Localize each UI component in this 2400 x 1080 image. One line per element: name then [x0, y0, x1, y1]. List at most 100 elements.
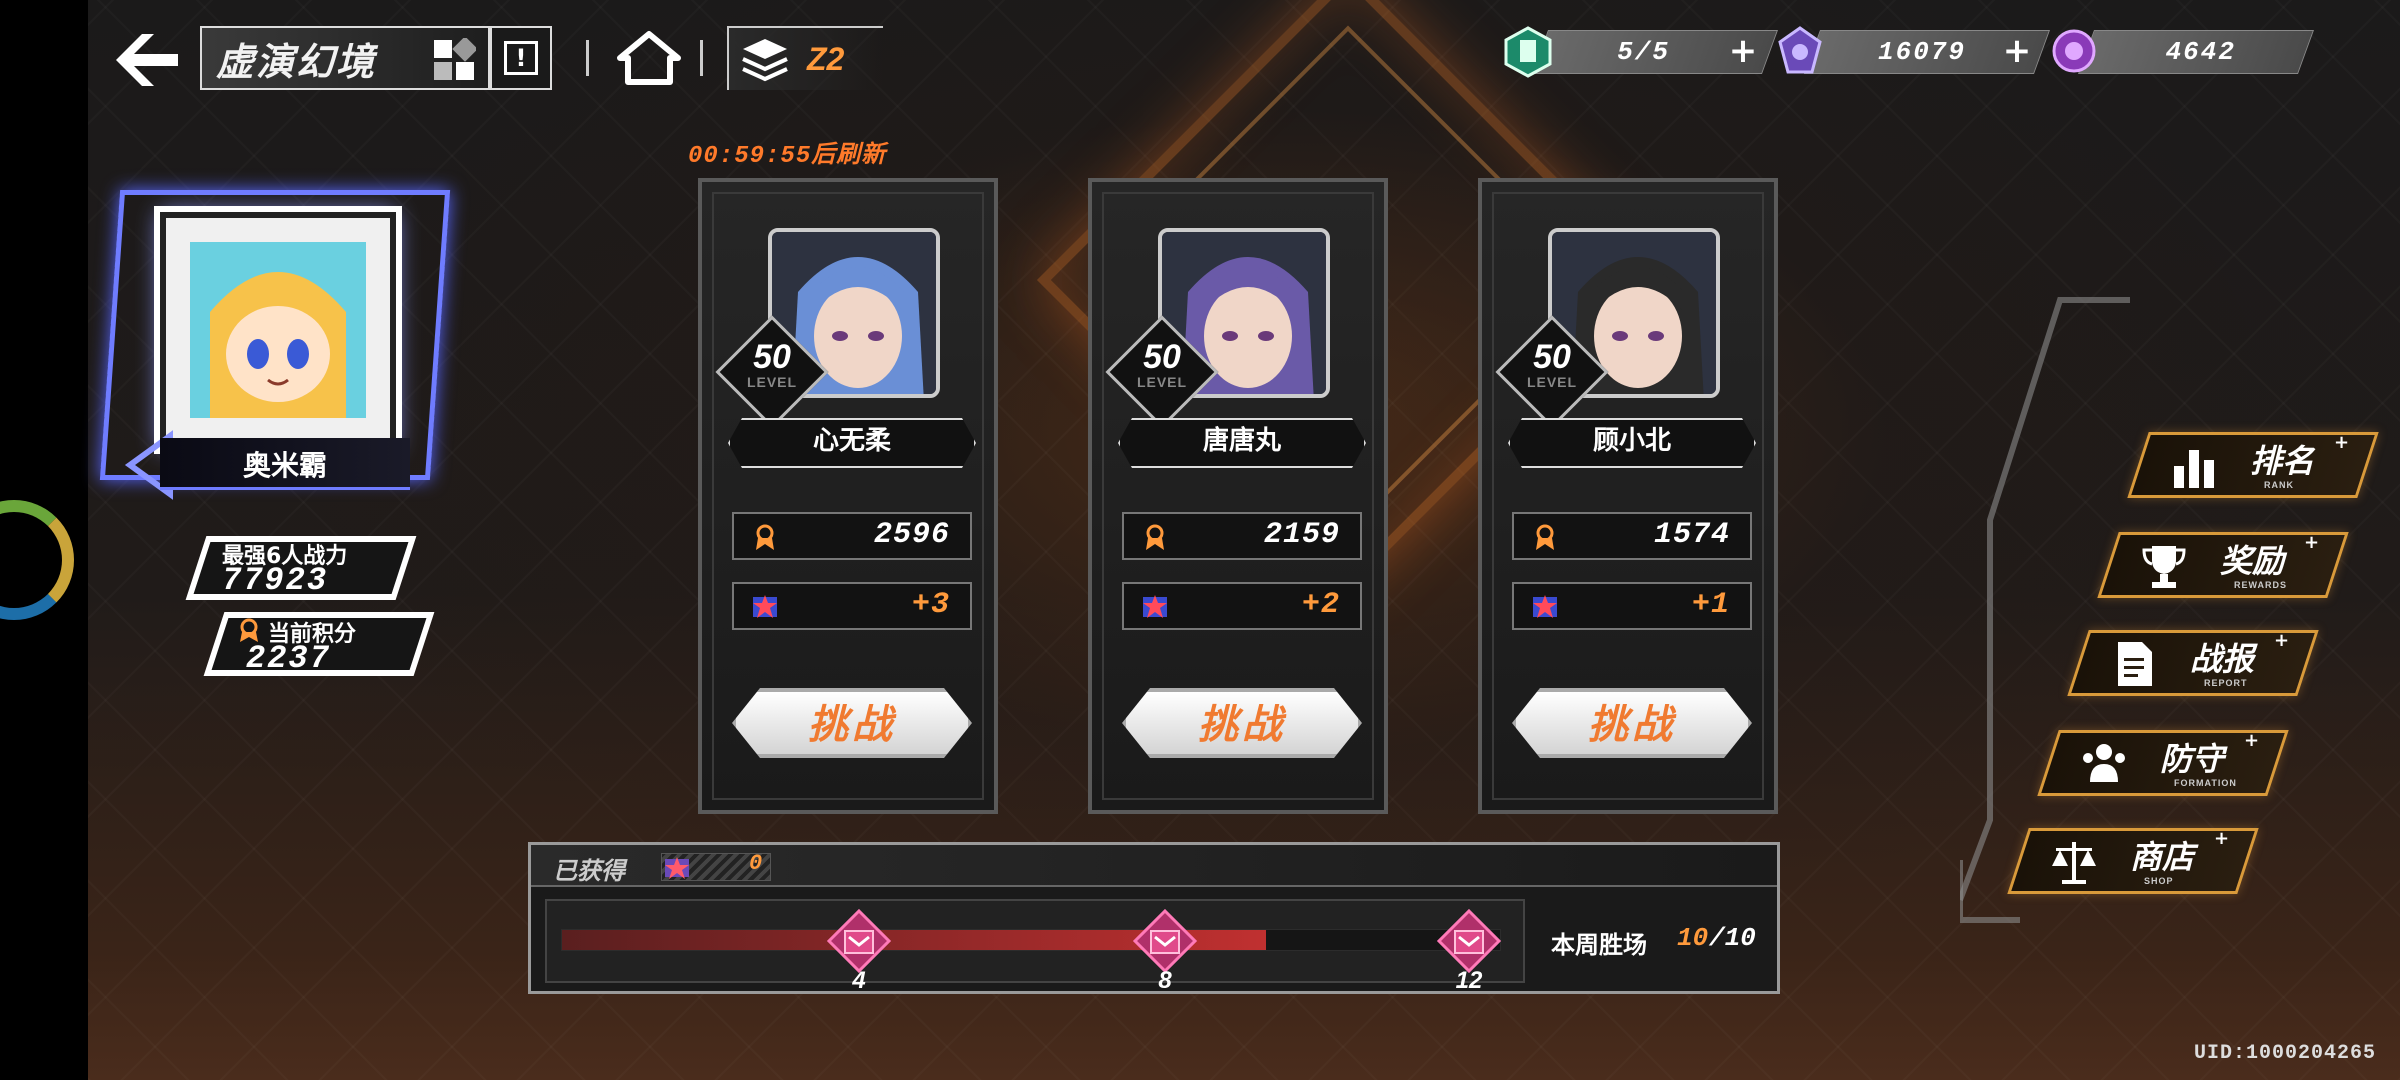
- power-value: 77923: [222, 562, 329, 599]
- info-button[interactable]: !: [490, 26, 552, 90]
- obtained-label: 已获得: [553, 857, 625, 885]
- opponent-bonus-row: +2: [1122, 582, 1362, 630]
- add-crystal-button[interactable]: +: [2000, 34, 2034, 68]
- mode-title: 虚演幻境: [200, 26, 490, 90]
- menu-label: 防守: [2160, 740, 2225, 778]
- opponent-name: 心无柔: [728, 418, 976, 468]
- back-button[interactable]: [112, 30, 182, 90]
- star-ticket-icon: [1533, 595, 1557, 618]
- medal-icon: [756, 524, 774, 550]
- opponent-score: 1574: [1653, 518, 1730, 552]
- back-arrow-icon: [116, 34, 178, 86]
- add-stamina-button[interactable]: +: [1726, 34, 1760, 68]
- info-icon: !: [504, 41, 538, 75]
- opponent-score-row: 1574: [1512, 512, 1752, 560]
- chest-icon: [826, 908, 892, 974]
- player-avatar[interactable]: [160, 212, 396, 448]
- divider: [700, 40, 703, 76]
- opponent-bonus: +3: [911, 588, 950, 622]
- opponent-card: 50 LEVEL 心无柔 2596 +3 挑战: [698, 178, 998, 814]
- chibi-face-icon: [190, 242, 366, 418]
- layer-indicator[interactable]: Z2: [727, 26, 883, 90]
- progress-header: 已获得 0: [531, 845, 1777, 887]
- opponent-level: 50: [753, 338, 791, 376]
- chest-icon: [1436, 908, 1502, 974]
- weekly-wins-label: 本周胜场: [1551, 931, 1647, 959]
- opponent-score: 2159: [1263, 518, 1340, 552]
- opponent-bonus: +1: [1691, 588, 1730, 622]
- document-icon: [2118, 642, 2152, 686]
- opponent-name: 唐唐丸: [1118, 418, 1366, 468]
- menu-plus-icon: +: [2304, 532, 2320, 553]
- level-label: LEVEL: [1136, 374, 1188, 390]
- grid-logo-icon: [434, 38, 476, 80]
- menu-plus-icon: +: [2274, 630, 2290, 651]
- weekly-progress-panel: 已获得 0 4 8 12 本周胜场 10 /10: [528, 842, 1780, 994]
- opponent-bonus-row: +3: [732, 582, 972, 630]
- obtained-value: 0: [749, 851, 763, 876]
- home-icon: [617, 31, 681, 85]
- opponent-card: 50 LEVEL 顾小北 1574 +1 挑战: [1478, 178, 1778, 814]
- user-id: UID:1000204265: [2193, 1042, 2376, 1065]
- token-value: 4642: [2165, 37, 2236, 67]
- level-label: LEVEL: [746, 374, 798, 390]
- opponent-level: 50: [1533, 338, 1571, 376]
- menu-label: 奖励: [2220, 542, 2285, 580]
- menu-plus-icon: +: [2214, 828, 2230, 849]
- reward-chest[interactable]: [1436, 908, 1502, 974]
- star-ticket-icon: [1143, 595, 1167, 618]
- trophy-icon: [2142, 546, 2186, 588]
- medal-icon: [1146, 524, 1164, 550]
- layers-icon: [742, 39, 788, 82]
- reward-chest[interactable]: [826, 908, 892, 974]
- screen-bezel: [0, 0, 88, 1080]
- medal-icon: [1536, 524, 1554, 550]
- opponent-bonus: +2: [1301, 588, 1340, 622]
- opponent-name: 顾小北: [1508, 418, 1756, 468]
- mode-title-text: 虚演幻境: [216, 39, 377, 84]
- weekly-wins-total: /10: [1709, 923, 1756, 953]
- menu-sublabel: REPORT: [2204, 678, 2248, 688]
- challenge-button[interactable]: 挑战: [732, 688, 972, 758]
- menu-plus-icon: +: [2244, 730, 2260, 751]
- divider: [586, 40, 589, 76]
- menu-sublabel: FORMATION: [2174, 778, 2237, 788]
- opponent-score-row: 2596: [732, 512, 972, 560]
- milestone-label: 12: [1455, 967, 1483, 994]
- menu-sublabel: REWARDS: [2234, 580, 2288, 590]
- team-icon: [2083, 744, 2125, 782]
- menu-sublabel: SHOP: [2144, 876, 2174, 886]
- star-ticket-icon: [665, 857, 689, 879]
- challenge-button[interactable]: 挑战: [1122, 688, 1362, 758]
- home-button[interactable]: [614, 28, 684, 88]
- menu-label: 排名: [2250, 442, 2315, 480]
- milestone-label: 4: [852, 967, 866, 994]
- bar-chart-icon: [2174, 450, 2214, 488]
- reward-chest[interactable]: [1132, 908, 1198, 974]
- progress-track: [561, 929, 1501, 951]
- stamina-icon: [1504, 26, 1552, 78]
- opponent-card: 50 LEVEL 唐唐丸 2159 +2 挑战: [1088, 178, 1388, 814]
- opponent-score-row: 2159: [1122, 512, 1362, 560]
- challenge-button[interactable]: 挑战: [1512, 688, 1752, 758]
- token-icon: [2052, 29, 2096, 73]
- refresh-timer: 00:59:55后刷新: [688, 143, 887, 170]
- stamina-value: 5/5: [1617, 37, 1670, 67]
- opponent-score: 2596: [873, 518, 950, 552]
- player-name: 奥米霸: [242, 449, 327, 482]
- crystal-icon: [1778, 26, 1822, 74]
- layer-text: Z2: [807, 40, 845, 77]
- avatar-portrait: [190, 242, 366, 418]
- milestone-label: 8: [1158, 967, 1172, 994]
- scale-icon: [2052, 842, 2096, 884]
- weekly-wins-current: 10: [1677, 923, 1709, 953]
- level-label: LEVEL: [1526, 374, 1578, 390]
- crystal-value: 16079: [1877, 37, 1966, 67]
- menu-label: 商店: [2130, 838, 2195, 876]
- star-ticket-icon: [753, 595, 777, 618]
- score-value: 2237: [246, 640, 331, 677]
- menu-label: 战报: [2190, 640, 2255, 678]
- menu-sublabel: RANK: [2264, 480, 2294, 490]
- opponent-level: 50: [1143, 338, 1181, 376]
- chest-icon: [1132, 908, 1198, 974]
